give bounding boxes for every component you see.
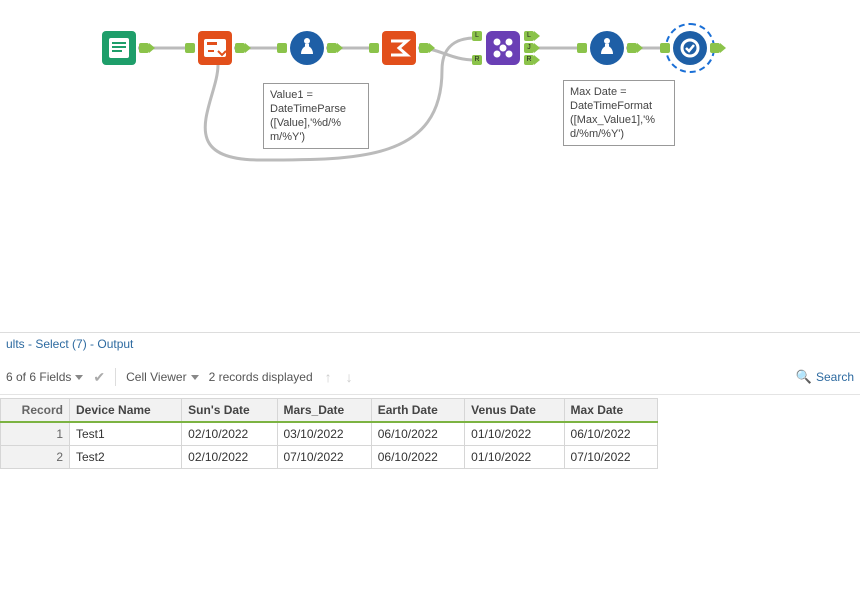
text-input-tool[interactable] — [102, 31, 136, 65]
cell[interactable]: 06/10/2022 — [371, 446, 464, 469]
results-header-text: ults - Select (7) - Output — [6, 337, 133, 351]
cell[interactable]: Test1 — [70, 422, 182, 446]
cell[interactable]: 02/10/2022 — [182, 422, 277, 446]
search-icon: 🔍 — [796, 369, 812, 385]
cell[interactable]: Test2 — [70, 446, 182, 469]
cell[interactable]: 02/10/2022 — [182, 446, 277, 469]
col-header-record[interactable]: Record — [1, 399, 70, 423]
cell[interactable]: 01/10/2022 — [465, 422, 564, 446]
select-tool[interactable] — [198, 31, 232, 65]
check-icon[interactable]: ✔ — [93, 369, 105, 386]
fields-label: 6 of 6 Fields — [6, 370, 71, 384]
col-header-suns-date[interactable]: Sun's Date — [182, 399, 277, 423]
formula-tool-2[interactable] — [590, 31, 624, 65]
caret-down-icon — [191, 375, 199, 380]
results-toolbar: 6 of 6 Fields ✔ Cell Viewer 2 records di… — [0, 360, 860, 395]
search-button[interactable]: 🔍 Search — [796, 369, 854, 385]
formula-annotation-1: Value1 = DateTimeParse ([Value],'%d/% m/… — [263, 83, 369, 149]
grid-header-row: Record Device Name Sun's Date Mars_Date … — [1, 399, 658, 423]
cell[interactable]: 06/10/2022 — [564, 422, 657, 446]
join-port-in-L[interactable]: L — [472, 31, 482, 41]
cell[interactable]: 07/10/2022 — [564, 446, 657, 469]
workflow-canvas[interactable]: Value1 = DateTimeParse ([Value],'%d/% m/… — [0, 0, 860, 320]
results-panel-header: ults - Select (7) - Output — [0, 332, 860, 355]
cell[interactable]: 06/10/2022 — [371, 422, 464, 446]
results-grid[interactable]: Record Device Name Sun's Date Mars_Date … — [0, 398, 658, 469]
cell-viewer-dropdown[interactable]: Cell Viewer — [126, 370, 198, 384]
col-header-mars-date[interactable]: Mars_Date — [277, 399, 371, 423]
col-header-max-date[interactable]: Max Date — [564, 399, 657, 423]
records-text: 2 records displayed — [209, 370, 313, 384]
separator — [115, 368, 116, 386]
join-port-out-R[interactable]: R — [524, 55, 534, 65]
join-port-out-L[interactable]: L — [524, 31, 534, 41]
table-row[interactable]: 1 Test1 02/10/2022 03/10/2022 06/10/2022… — [1, 422, 658, 446]
join-tool[interactable]: L R L J R — [486, 31, 520, 65]
arrow-up-icon[interactable]: ↑ — [323, 369, 334, 385]
table-row[interactable]: 2 Test2 02/10/2022 07/10/2022 06/10/2022… — [1, 446, 658, 469]
summarize-tool[interactable] — [382, 31, 416, 65]
col-header-device-name[interactable]: Device Name — [70, 399, 182, 423]
join-port-out-J[interactable]: J — [524, 43, 534, 53]
formula-annotation-2: Max Date = DateTimeFormat ([Max_Value1],… — [563, 80, 675, 146]
row-number: 2 — [1, 446, 70, 469]
caret-down-icon — [75, 375, 83, 380]
cell-viewer-label: Cell Viewer — [126, 370, 186, 384]
join-port-in-R[interactable]: R — [472, 55, 482, 65]
cell[interactable]: 01/10/2022 — [465, 446, 564, 469]
cell[interactable]: 07/10/2022 — [277, 446, 371, 469]
row-number: 1 — [1, 422, 70, 446]
fields-dropdown[interactable]: 6 of 6 Fields — [6, 370, 83, 384]
browse-tool[interactable] — [673, 31, 707, 65]
col-header-earth-date[interactable]: Earth Date — [371, 399, 464, 423]
formula-tool-1[interactable] — [290, 31, 324, 65]
search-label: Search — [816, 370, 854, 384]
col-header-venus-date[interactable]: Venus Date — [465, 399, 564, 423]
cell[interactable]: 03/10/2022 — [277, 422, 371, 446]
arrow-down-icon[interactable]: ↓ — [344, 369, 355, 385]
